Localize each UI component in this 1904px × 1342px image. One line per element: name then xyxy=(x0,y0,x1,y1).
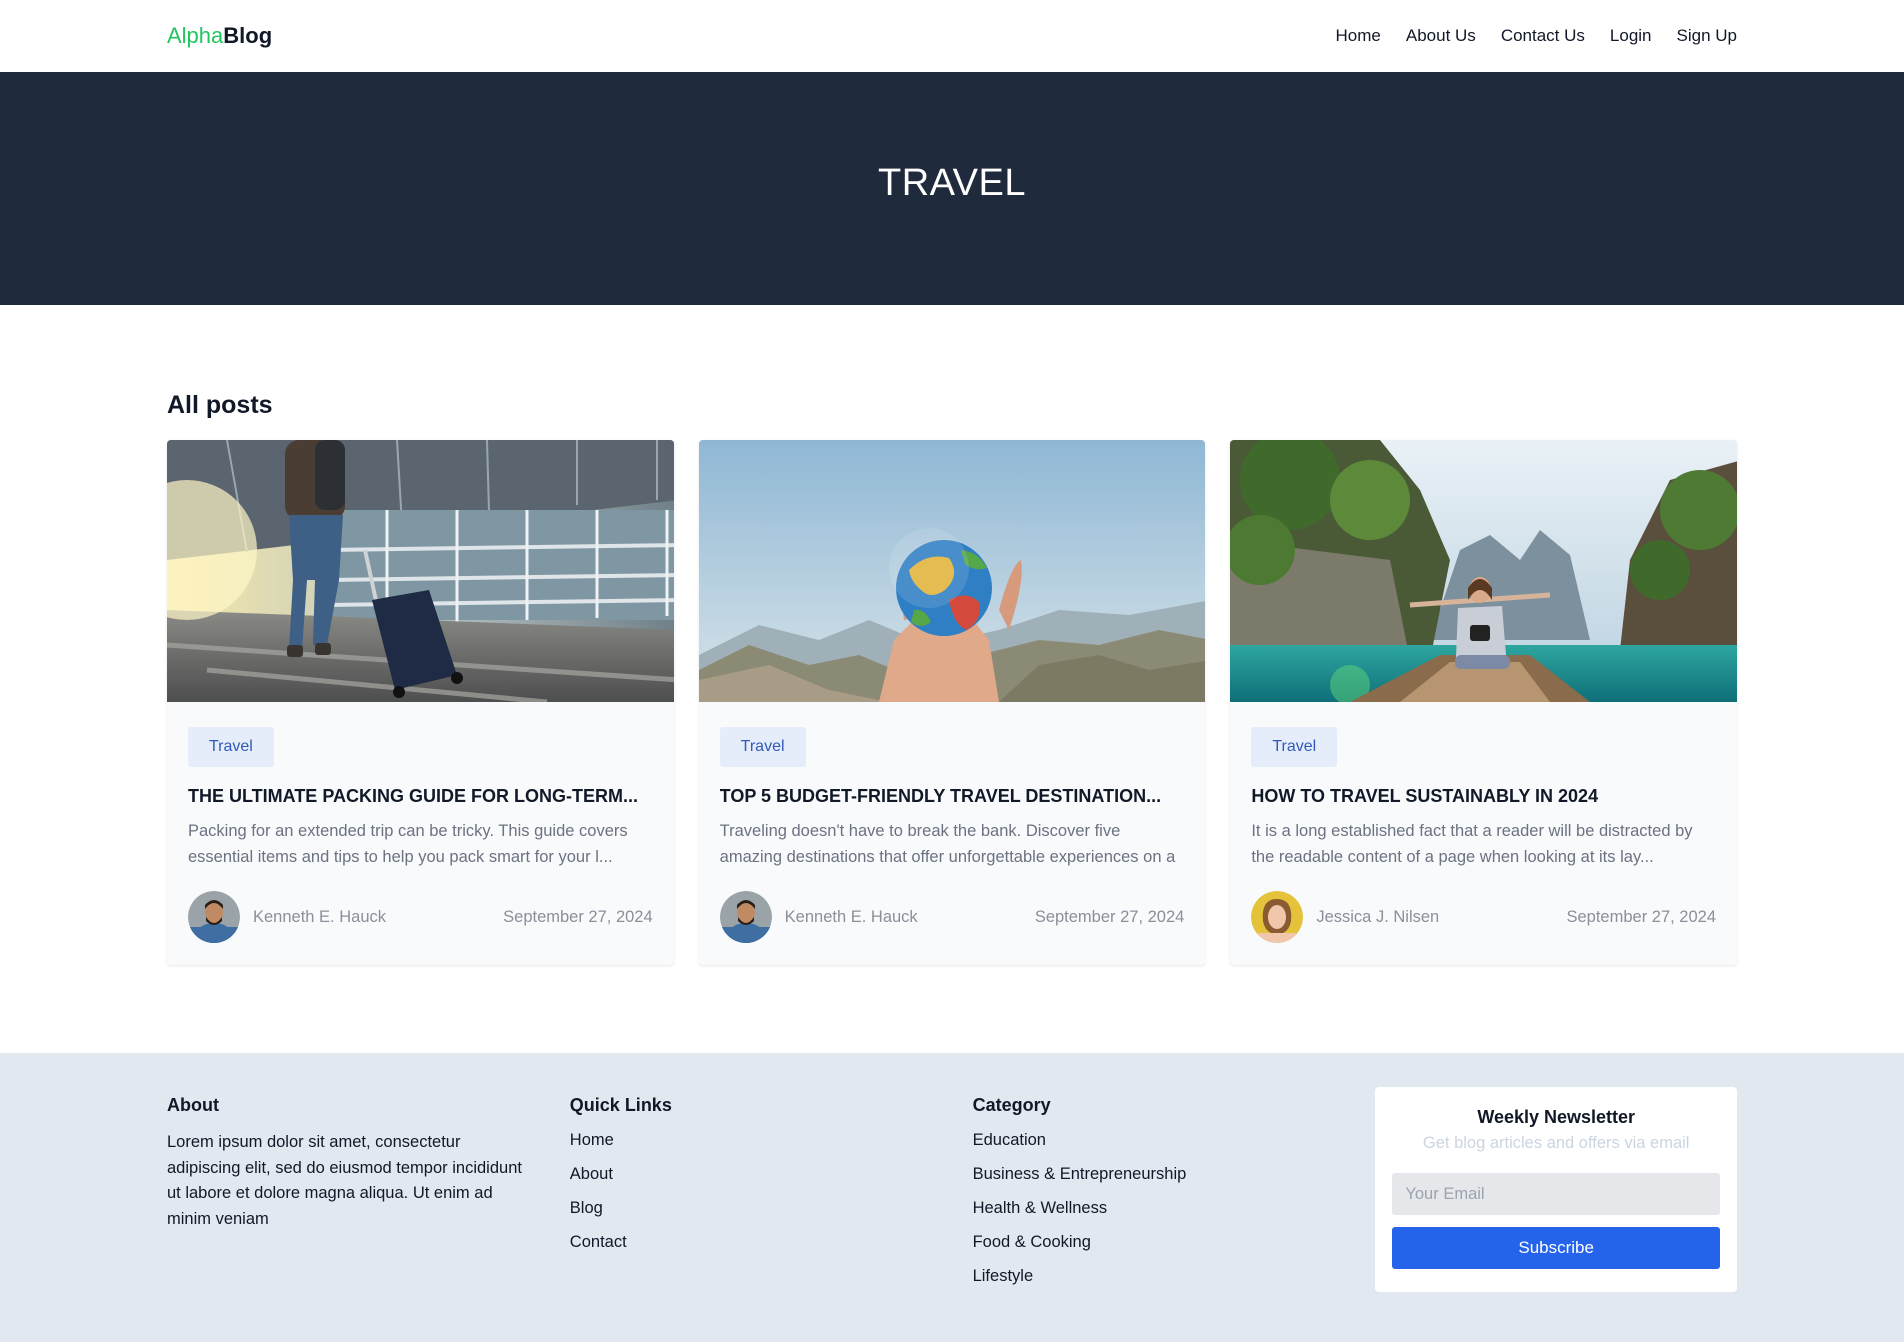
nav-link-about-us[interactable]: About Us xyxy=(1406,26,1476,46)
site-footer: About Lorem ipsum dolor sit amet, consec… xyxy=(0,1053,1904,1342)
footer-link-blog[interactable]: Blog xyxy=(570,1198,973,1218)
post-title[interactable]: HOW TO TRAVEL SUSTAINABLY IN 2024 xyxy=(1251,786,1716,807)
author-avatar xyxy=(719,891,772,943)
footer-category-food[interactable]: Food & Cooking xyxy=(973,1232,1376,1252)
post-date: September 27, 2024 xyxy=(503,907,653,926)
post-meta: Kenneth E. Hauck September 27, 2024 xyxy=(719,891,1185,943)
footer-category-business[interactable]: Business & Entrepreneurship xyxy=(973,1164,1376,1184)
post-card-list: Travel THE ULTIMATE PACKING GUIDE FOR LO… xyxy=(167,440,1738,965)
post-excerpt: Packing for an extended trip can be tric… xyxy=(188,822,628,866)
post-excerpt: It is a long established fact that a rea… xyxy=(1251,822,1693,866)
post-card[interactable]: Travel TOP 5 BUDGET-FRIENDLY TRAVEL DEST… xyxy=(698,440,1206,965)
post-title[interactable]: THE ULTIMATE PACKING GUIDE FOR LONG-TERM… xyxy=(188,786,653,807)
post-excerpt: Traveling doesn't have to break the bank… xyxy=(719,822,1176,866)
posts-heading: All posts xyxy=(167,391,273,419)
post-meta: Jessica J. Nilsen September 27, 2024 xyxy=(1251,891,1716,943)
author-avatar xyxy=(1251,891,1304,943)
post-card-body: Travel HOW TO TRAVEL SUSTAINABLY IN 2024… xyxy=(1230,702,1737,943)
post-card[interactable]: Travel HOW TO TRAVEL SUSTAINABLY IN 2024… xyxy=(1230,440,1738,965)
footer-quick-links-heading: Quick Links xyxy=(569,1095,672,1115)
newsletter-subtitle: Get blog articles and offers via email xyxy=(1422,1134,1690,1152)
category-tag[interactable]: Travel xyxy=(1251,727,1338,767)
logo-blog-text: Blog xyxy=(223,23,273,48)
footer-about-heading: About xyxy=(167,1095,219,1115)
newsletter-box: Weekly Newsletter Get blog articles and … xyxy=(1375,1087,1737,1292)
post-title[interactable]: TOP 5 BUDGET-FRIENDLY TRAVEL DESTINATION… xyxy=(720,786,1185,807)
hand-holding-globe-image[interactable] xyxy=(698,440,1206,702)
footer-category-education[interactable]: Education xyxy=(973,1130,1376,1150)
post-author: Kenneth E. Hauck xyxy=(188,891,386,943)
author-name[interactable]: Kenneth E. Hauck xyxy=(785,908,918,927)
post-meta: Kenneth E. Hauck September 27, 2024 xyxy=(188,891,653,943)
logo-alpha-text: Alpha xyxy=(167,23,224,48)
main-nav: Home About Us Contact Us Login Sign Up xyxy=(1336,26,1737,46)
subscribe-button[interactable]: Subscribe xyxy=(1392,1227,1720,1269)
footer-link-contact[interactable]: Contact xyxy=(570,1232,973,1252)
footer-quick-links: Quick Links Home About Blog Contact xyxy=(570,1095,973,1342)
post-card-body: Travel THE ULTIMATE PACKING GUIDE FOR LO… xyxy=(167,702,674,943)
category-hero-banner: TRAVEL xyxy=(0,72,1904,305)
posts-section: All posts Travel THE ULTIMATE PACKING GU… xyxy=(0,305,1904,1053)
category-title: TRAVEL xyxy=(877,162,1026,204)
footer-category: Category Education Business & Entreprene… xyxy=(973,1095,1376,1342)
footer-about: About Lorem ipsum dolor sit amet, consec… xyxy=(167,1095,570,1342)
post-date: September 27, 2024 xyxy=(1566,907,1717,926)
footer-about-text: Lorem ipsum dolor sit amet, consectetur … xyxy=(167,1133,522,1228)
newsletter-heading: Weekly Newsletter xyxy=(1477,1107,1636,1127)
nav-link-home[interactable]: Home xyxy=(1336,26,1381,46)
top-navbar: Alpha Blog Home About Us Contact Us Login… xyxy=(0,0,1904,72)
airport-traveler-with-suitcase-image[interactable] xyxy=(167,440,674,702)
nav-link-login[interactable]: Login xyxy=(1610,26,1652,46)
post-card-body: Travel TOP 5 BUDGET-FRIENDLY TRAVEL DEST… xyxy=(699,702,1206,943)
newsletter-email-input[interactable] xyxy=(1392,1173,1720,1215)
author-avatar xyxy=(188,891,240,943)
footer-category-lifestyle[interactable]: Lifestyle xyxy=(973,1266,1376,1286)
post-author: Kenneth E. Hauck xyxy=(719,891,918,943)
post-date: September 27, 2024 xyxy=(1034,907,1185,926)
post-author: Jessica J. Nilsen xyxy=(1251,891,1439,943)
footer-link-home[interactable]: Home xyxy=(570,1130,973,1150)
woman-on-boat-lagoon-image[interactable] xyxy=(1230,440,1738,702)
site-logo[interactable]: Alpha Blog xyxy=(167,23,272,49)
category-tag[interactable]: Travel xyxy=(188,727,274,767)
footer-category-health[interactable]: Health & Wellness xyxy=(973,1198,1376,1218)
post-card[interactable]: Travel THE ULTIMATE PACKING GUIDE FOR LO… xyxy=(167,440,674,965)
nav-link-sign-up[interactable]: Sign Up xyxy=(1677,26,1737,46)
author-name[interactable]: Jessica J. Nilsen xyxy=(1316,908,1439,927)
nav-link-contact-us[interactable]: Contact Us xyxy=(1501,26,1585,46)
footer-category-heading: Category xyxy=(972,1095,1051,1115)
footer-link-about[interactable]: About xyxy=(570,1164,973,1184)
category-tag[interactable]: Travel xyxy=(719,727,806,767)
author-name[interactable]: Kenneth E. Hauck xyxy=(253,908,386,927)
